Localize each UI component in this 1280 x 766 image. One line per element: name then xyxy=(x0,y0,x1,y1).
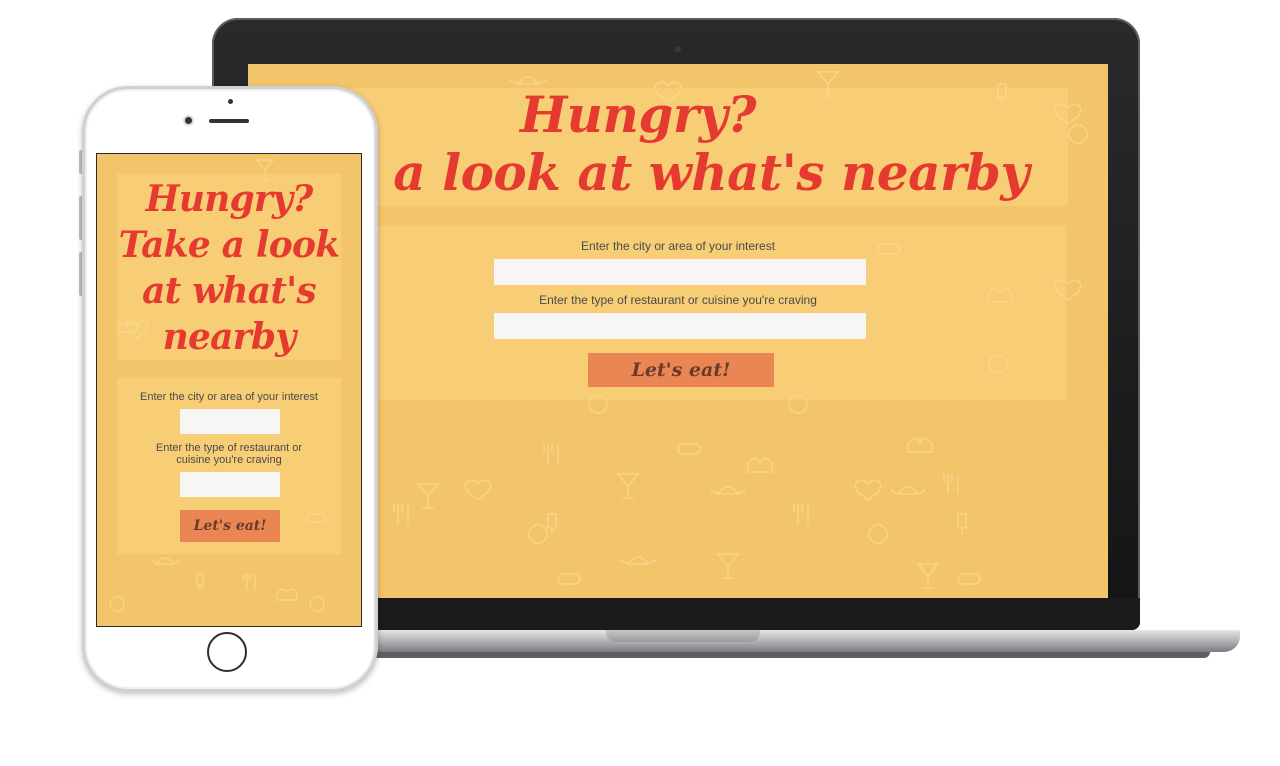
phone-front-camera xyxy=(185,117,192,124)
smiley-icon xyxy=(528,524,548,544)
laptop-trackpad-notch xyxy=(606,630,760,642)
title-line-take-a-look: Take a look xyxy=(118,224,341,266)
smiley-icon xyxy=(309,596,325,612)
laptop-camera xyxy=(675,46,681,52)
popsicle-icon xyxy=(547,513,557,534)
phone-city-input[interactable] xyxy=(180,409,280,434)
popsicle-icon xyxy=(957,513,967,534)
title-line-hungry: Hungry? xyxy=(145,178,314,220)
phone-city-label: Enter the city or area of your interest xyxy=(140,391,318,403)
phone-page-title: Hungry? Take a look at what's nearby xyxy=(97,176,361,360)
phone-speaker xyxy=(209,119,249,123)
smiley-icon xyxy=(868,524,888,544)
teapot-icon xyxy=(709,486,747,495)
heart-icon xyxy=(464,479,492,502)
phone-cuisine-label-line1: Enter the type of restaurant or xyxy=(155,442,303,454)
fork-knife-icon xyxy=(793,504,809,524)
fork-knife-icon xyxy=(393,504,409,524)
chef-hat-icon xyxy=(276,588,298,601)
cuisine-input[interactable] xyxy=(494,313,866,339)
phone-cuisine-label-line2: cuisine you're craving xyxy=(176,454,282,466)
phone-lets-eat-button[interactable]: Let's eat! xyxy=(180,510,280,542)
phone-cuisine-label: Enter the type of restaurant or cuisine … xyxy=(117,442,341,466)
city-input[interactable] xyxy=(494,259,866,285)
cocktail-glass-icon xyxy=(916,563,940,589)
teapot-icon xyxy=(889,486,927,495)
cocktail-glass-icon xyxy=(416,483,440,509)
hotdog-icon xyxy=(677,443,701,455)
fork-knife-icon xyxy=(543,444,559,464)
cocktail-glass-icon xyxy=(616,473,640,499)
chef-hat-icon xyxy=(747,457,773,473)
teapot-icon xyxy=(509,76,547,85)
phone-home-button[interactable] xyxy=(207,632,247,672)
device-mockup: Hungry? Take a look at what's nearby Ent… xyxy=(0,0,1280,766)
fork-knife-icon xyxy=(243,574,256,590)
chef-hat-icon xyxy=(907,437,933,453)
cocktail-glass-icon xyxy=(716,553,740,579)
phone-screen: Hungry? Take a look at what's nearby Ent… xyxy=(97,154,361,626)
fork-knife-icon xyxy=(943,474,959,494)
title-line-nearby: nearby xyxy=(162,316,296,358)
hotdog-icon xyxy=(557,573,581,585)
heart-icon xyxy=(854,479,882,502)
teapot-icon xyxy=(619,556,657,565)
popsicle-icon xyxy=(196,573,204,591)
title-line-at-whats: at what's xyxy=(142,270,317,312)
phone-cuisine-input[interactable] xyxy=(180,472,280,497)
lets-eat-button[interactable]: Let's eat! xyxy=(588,353,774,387)
teapot-icon xyxy=(150,557,180,565)
phone-sensor-dot xyxy=(228,99,233,104)
hotdog-icon xyxy=(957,573,981,585)
smiley-icon xyxy=(109,596,125,612)
